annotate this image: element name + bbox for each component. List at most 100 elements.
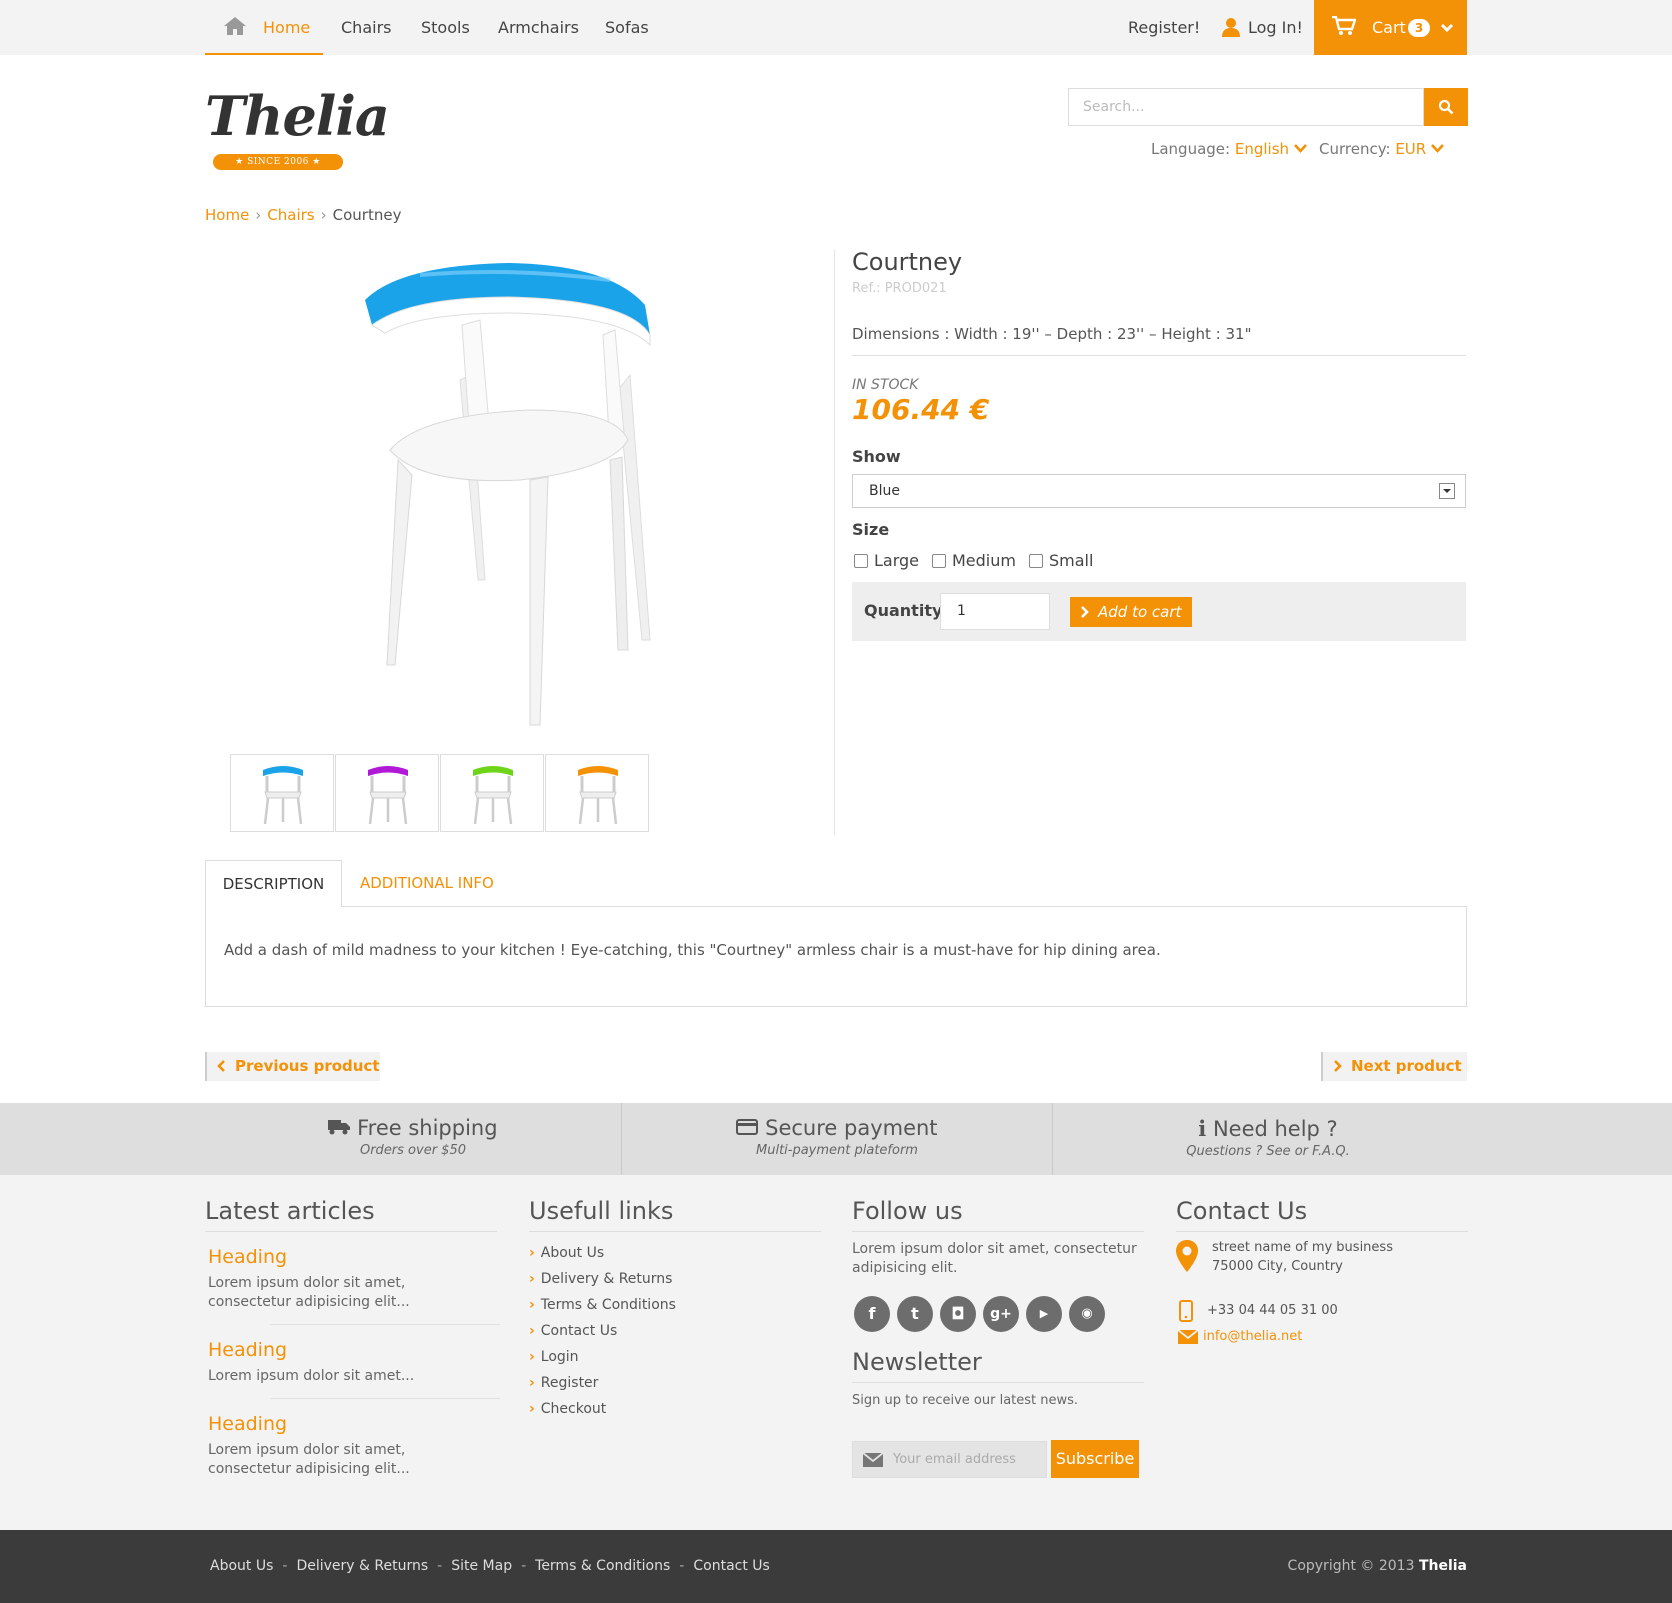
facebook-icon[interactable]: f: [854, 1296, 890, 1332]
thumb-color-band: [368, 766, 408, 776]
thumbnail-green[interactable]: [440, 754, 544, 832]
envelope-icon: [863, 1453, 883, 1467]
email-link[interactable]: info@thelia.net: [1203, 1329, 1302, 1344]
newsletter-title: Newsletter: [852, 1348, 1144, 1383]
newsletter-text: Sign up to receive our latest news.: [852, 1393, 1079, 1408]
tab-additional-info[interactable]: ADDITIONAL INFO: [360, 860, 494, 906]
nav-chairs[interactable]: Chairs: [341, 0, 391, 55]
size-checkbox-small[interactable]: Small: [1029, 551, 1093, 570]
search-input[interactable]: Search...: [1068, 88, 1424, 126]
tab-description[interactable]: DESCRIPTION: [205, 860, 342, 907]
envelope-icon: [1178, 1330, 1198, 1344]
checkbox[interactable]: [932, 554, 946, 568]
cart-button[interactable]: Cart 3: [1314, 0, 1467, 55]
bottom-link-about[interactable]: About Us: [210, 1558, 273, 1574]
login-label: Log In!: [1248, 18, 1303, 37]
chair-thumbnail-image: [578, 766, 618, 825]
checkbox[interactable]: [854, 554, 868, 568]
thumbnail-purple[interactable]: [335, 754, 439, 832]
footer-link-contact[interactable]: › Contact Us: [529, 1318, 821, 1344]
useful-links-title: Usefull links: [529, 1197, 821, 1232]
rss-icon[interactable]: ◉: [1069, 1296, 1105, 1332]
mobile-phone-icon: [1179, 1300, 1193, 1322]
contact-us-title: Contact Us: [1176, 1197, 1468, 1232]
footer-link-terms[interactable]: › Terms & Conditions: [529, 1292, 821, 1318]
article-heading[interactable]: Heading: [205, 1246, 497, 1268]
size-label: Size: [852, 520, 890, 539]
chair-thumbnail-image: [368, 766, 408, 825]
nav-sofas[interactable]: Sofas: [605, 0, 649, 55]
show-select[interactable]: Blue: [852, 474, 1466, 508]
footer-link-about[interactable]: › About Us: [529, 1240, 821, 1266]
info-icon: i: [1198, 1116, 1207, 1141]
article-heading[interactable]: Heading: [205, 1413, 497, 1435]
article-excerpt: Lorem ipsum dolor sit amet, consectetur …: [208, 1275, 410, 1310]
show-select-value: Blue: [869, 483, 900, 499]
language-selector[interactable]: Language: English: [1151, 140, 1307, 158]
google-plus-icon[interactable]: g+: [983, 1296, 1019, 1332]
twitter-icon[interactable]: t: [897, 1296, 933, 1332]
nav-armchairs[interactable]: Armchairs: [498, 0, 579, 55]
contact-us: Contact Us street name of my business 75…: [1176, 1197, 1468, 1348]
bottom-link-sitemap[interactable]: Site Map: [451, 1558, 512, 1574]
next-product-button[interactable]: Next product: [1321, 1052, 1467, 1081]
phone-number: +33 04 44 05 31 00: [1207, 1303, 1338, 1318]
feature-secure-payment: Secure payment Multi-payment plateform: [622, 1103, 1052, 1175]
add-to-cart-button[interactable]: Add to cart: [1070, 597, 1192, 627]
description-text: Add a dash of mild madness to your kitch…: [224, 941, 1161, 959]
breadcrumb-home[interactable]: Home: [205, 206, 249, 224]
follow-us-text: Lorem ipsum dolor sit amet, consectetur …: [852, 1241, 1137, 1276]
chevron-right-icon: [1334, 1060, 1342, 1072]
article-excerpt: Lorem ipsum dolor sit amet, consectetur …: [208, 1442, 410, 1477]
address-line-2: 75000 City, Country: [1212, 1259, 1343, 1274]
cart-icon: [1332, 16, 1356, 35]
footer-link-delivery[interactable]: › Delivery & Returns: [529, 1266, 821, 1292]
follow-us-title: Follow us: [852, 1197, 1144, 1232]
article-excerpt: Lorem ipsum dolor sit amet...: [208, 1368, 415, 1384]
previous-product-button[interactable]: Previous product: [205, 1052, 380, 1081]
thumbnail-orange[interactable]: [545, 754, 649, 832]
chair-thumbnail-image: [263, 766, 303, 825]
nav-home[interactable]: Home: [205, 0, 323, 55]
footer: Latest articles Heading Lorem ipsum dolo…: [0, 1175, 1672, 1530]
subscribe-button[interactable]: Subscribe: [1051, 1440, 1139, 1478]
search-icon: [1438, 99, 1454, 115]
bottom-link-delivery[interactable]: Delivery & Returns: [296, 1558, 428, 1574]
instagram-icon[interactable]: ◘: [940, 1296, 976, 1332]
product-main-image[interactable]: [360, 245, 690, 730]
newsletter-email-input[interactable]: Your email address: [852, 1441, 1047, 1478]
chevron-down-icon: [1293, 144, 1307, 153]
show-label: Show: [852, 447, 901, 466]
bottom-links: About Us - Delivery & Returns - Site Map - Ter…: [210, 1558, 770, 1574]
breadcrumb-current: Courtney: [332, 206, 402, 224]
footer-link-checkout[interactable]: › Checkout: [529, 1396, 821, 1422]
address-line-1: street name of my business: [1212, 1240, 1393, 1255]
footer-link-login[interactable]: › Login: [529, 1344, 821, 1370]
checkbox[interactable]: [1029, 554, 1043, 568]
size-checkbox-large[interactable]: Large: [854, 551, 919, 570]
stock-status: IN STOCK: [852, 377, 919, 393]
footer-link-register[interactable]: › Register: [529, 1370, 821, 1396]
credit-card-icon: [736, 1119, 759, 1135]
thumbnail-blue[interactable]: [230, 754, 334, 832]
bottom-link-terms[interactable]: Terms & Conditions: [535, 1558, 670, 1574]
chair-thumbnail-image: [473, 766, 513, 825]
youtube-icon[interactable]: ▶: [1026, 1296, 1062, 1332]
currency-selector[interactable]: Currency: EUR: [1319, 140, 1444, 158]
thumb-color-band: [578, 766, 618, 776]
breadcrumb-chairs[interactable]: Chairs: [267, 206, 314, 224]
thumb-color-band: [473, 766, 513, 776]
quantity-label: Quantity: [864, 601, 943, 620]
home-icon: [224, 17, 246, 35]
bottom-link-contact[interactable]: Contact Us: [693, 1558, 769, 1574]
article-heading[interactable]: Heading: [205, 1339, 497, 1361]
register-link[interactable]: Register!: [1128, 0, 1200, 55]
chevron-left-icon: [217, 1060, 225, 1072]
site-logo[interactable]: Thelia ★ SINCE 2006 ★: [205, 86, 390, 176]
social-icons: f t ◘ g+ ▶ ◉: [852, 1296, 1144, 1336]
quantity-input[interactable]: 1: [940, 593, 1050, 630]
nav-stools[interactable]: Stools: [421, 0, 470, 55]
size-checkbox-medium[interactable]: Medium: [932, 551, 1016, 570]
search-button[interactable]: [1424, 88, 1468, 126]
map-marker-icon: [1176, 1240, 1198, 1272]
